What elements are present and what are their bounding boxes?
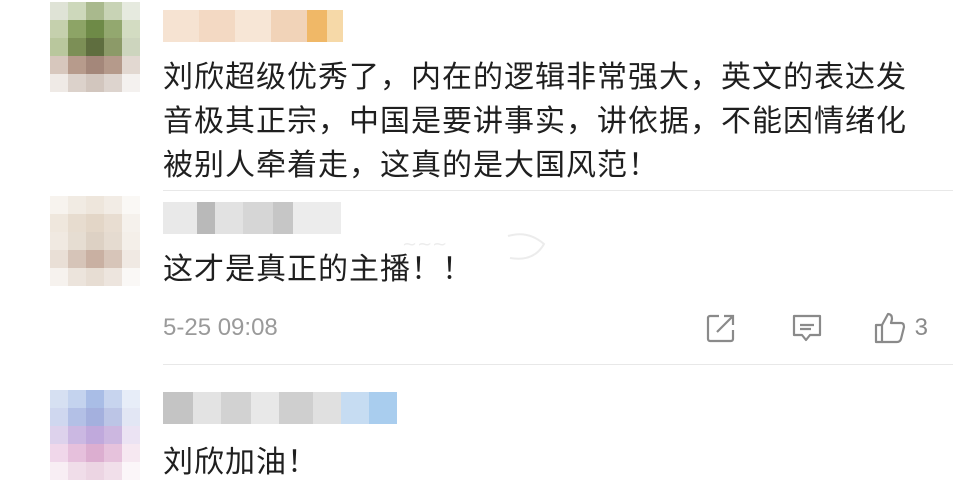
like-count: 3 [914,314,928,341]
comment-text: 这才是真正的主播！！ [163,252,473,287]
username-blurred[interactable] [163,10,343,42]
username-blurred[interactable] [163,392,397,424]
comment-meta: 5-25 09:08 3 [163,308,928,348]
avatar[interactable] [50,196,140,286]
thumbs-up-icon [874,312,905,344]
comment-text: 刘欣加油！ [163,445,318,480]
share-icon [706,314,734,343]
avatar[interactable] [50,390,140,480]
divider [163,364,953,365]
comment-timestamp: 5-25 09:08 [163,314,278,341]
comment-text: 刘欣超级优秀了，内在的逻辑非常强大，英文的表达发音极其正宗，中国是要讲事实，讲依… [163,60,907,183]
reply-button[interactable] [791,312,823,344]
comment-actions: 3 [705,311,928,345]
divider [163,190,953,191]
share-button[interactable] [705,312,737,344]
comment-icon [792,314,821,342]
like-button[interactable]: 3 [873,311,928,345]
username-blurred[interactable] [163,202,341,234]
avatar[interactable] [50,2,140,92]
